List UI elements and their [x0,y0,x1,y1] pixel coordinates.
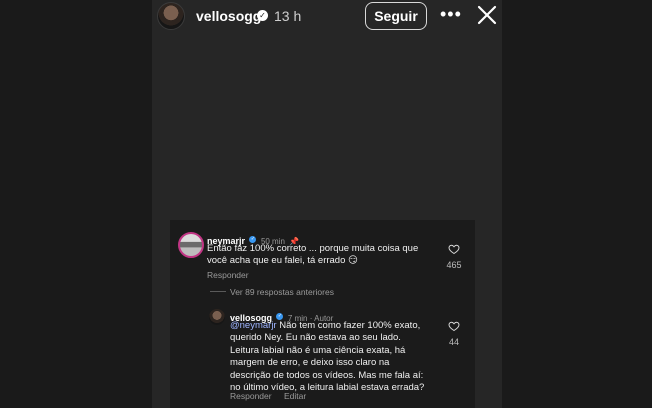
story-username[interactable]: vellosogg [196,8,261,24]
heart-icon[interactable] [448,320,460,332]
reply-avatar[interactable] [209,309,225,325]
avatar[interactable] [157,2,185,30]
follow-button[interactable]: Seguir [365,2,427,30]
like-count: 465 [446,260,462,270]
thread-line [210,291,226,292]
heart-icon[interactable] [448,243,460,255]
verified-icon: ✓ [257,10,268,21]
more-options-icon[interactable]: ••• [440,4,462,25]
story-header: vellosogg ✓ 13 h Seguir ••• [0,0,652,34]
left-backdrop [0,0,152,408]
story-time: 13 h [274,8,302,24]
reply-button[interactable]: Responder [230,391,272,401]
commenter-avatar[interactable] [178,232,204,258]
edit-button[interactable]: Editar [284,391,306,401]
mention-link[interactable]: @neymarjr [230,320,277,331]
view-previous-replies[interactable]: Ver 89 respostas anteriores [230,287,334,297]
reply-button[interactable]: Responder [207,270,249,280]
comment-text: Então faz 100% correto ... porque muita … [207,243,419,267]
reply-text: @neymarjr Não tem como fazer 100% exato,… [230,320,445,394]
like-count: 44 [448,337,459,347]
right-backdrop [502,0,652,408]
close-icon[interactable] [476,4,498,26]
